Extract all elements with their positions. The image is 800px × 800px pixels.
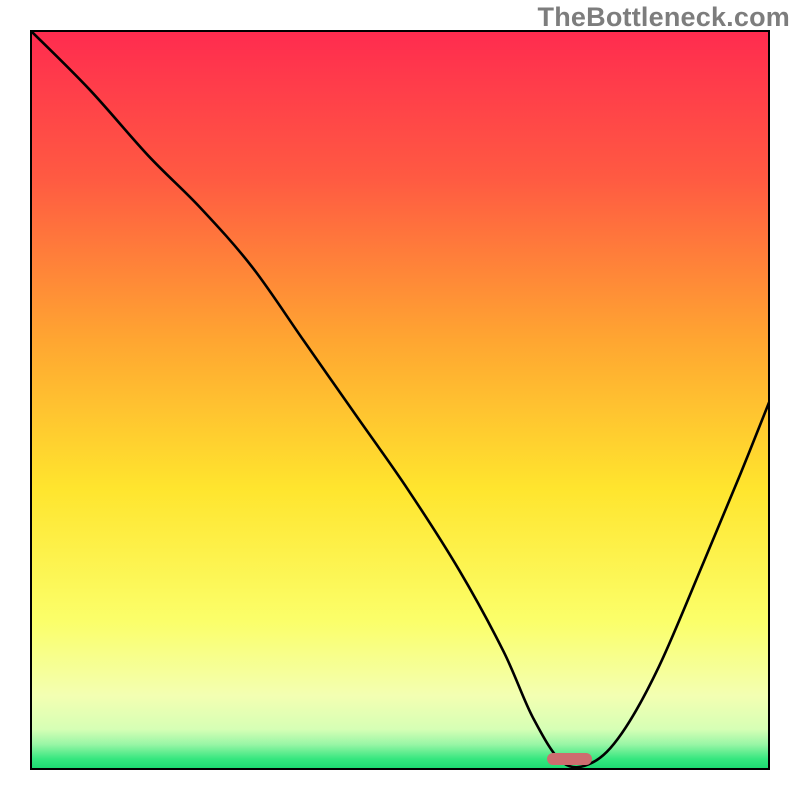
plot-area xyxy=(30,30,770,770)
optimal-marker xyxy=(547,753,593,765)
watermark-text: TheBottleneck.com xyxy=(538,2,790,33)
bottleneck-curve xyxy=(30,30,770,770)
